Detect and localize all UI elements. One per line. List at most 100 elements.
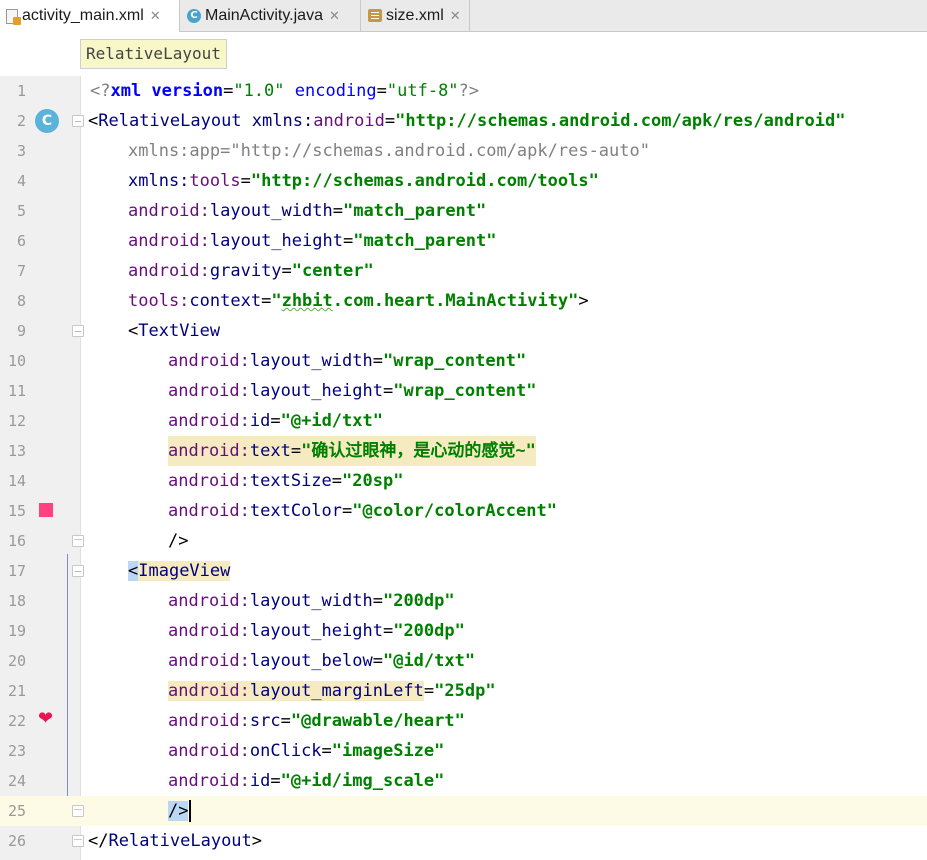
line-number: 20 bbox=[7, 652, 26, 670]
code-text: android:gravity="center" bbox=[128, 261, 374, 281]
code-text: android:layout_marginLeft="25dp" bbox=[168, 681, 496, 701]
line-number: 18 bbox=[7, 592, 26, 610]
line-number: 19 bbox=[7, 622, 26, 640]
code-line[interactable]: 7 android:gravity="center" bbox=[0, 256, 927, 286]
code-text: android:text="确认过眼神，是心动的感觉~" bbox=[168, 436, 536, 466]
code-text: /> bbox=[168, 531, 189, 551]
code-text: <?xml version="1.0" encoding="utf-8"?> bbox=[90, 81, 480, 101]
code-text: <TextView bbox=[128, 321, 221, 341]
code-line[interactable]: 23 android:onClick="imageSize" bbox=[0, 736, 927, 766]
tab-main-activity-java[interactable]: C MainActivity.java ✕ bbox=[181, 0, 361, 31]
tab-activity-main-xml[interactable]: activity_main.xml ✕ bbox=[0, 0, 180, 32]
java-class-icon: C bbox=[187, 8, 201, 23]
tab-label: MainActivity.java bbox=[205, 6, 323, 24]
line-number: 25 bbox=[7, 802, 26, 820]
line-number: 15 bbox=[7, 502, 26, 520]
code-text: /> bbox=[168, 796, 192, 826]
fold-end-icon[interactable] bbox=[72, 535, 84, 547]
text-caret bbox=[189, 800, 192, 822]
color-swatch-icon[interactable] bbox=[39, 503, 53, 517]
current-code-line[interactable]: 25 /> bbox=[0, 796, 927, 826]
line-number: 5 bbox=[16, 202, 26, 220]
class-icon[interactable]: C bbox=[35, 109, 59, 133]
code-text: android:id="@+id/img_scale" bbox=[168, 771, 445, 791]
values-file-icon bbox=[368, 9, 382, 22]
code-line[interactable]: 5 android:layout_width="match_parent" bbox=[0, 196, 927, 226]
line-number: 12 bbox=[7, 412, 26, 430]
line-number: 2 bbox=[16, 112, 26, 130]
code-text: android:onClick="imageSize" bbox=[168, 741, 445, 761]
code-line[interactable]: 22 ❤ android:src="@drawable/heart" bbox=[0, 706, 927, 736]
code-line[interactable]: 16 /> bbox=[0, 526, 927, 556]
code-line[interactable]: 4 xmlns:tools="http://schemas.android.co… bbox=[0, 166, 927, 196]
code-line[interactable]: 15 android:textColor="@color/colorAccent… bbox=[0, 496, 927, 526]
heart-drawable-icon[interactable]: ❤ bbox=[38, 710, 56, 728]
code-line[interactable]: 8 tools:context="zhbit.com.heart.MainAct… bbox=[0, 286, 927, 316]
line-number: 14 bbox=[7, 472, 26, 490]
code-line[interactable]: 3 xmlns:app="http://schemas.android.com/… bbox=[0, 136, 927, 166]
code-text: xmlns:app="http://schemas.android.com/ap… bbox=[128, 141, 650, 161]
line-number: 1 bbox=[16, 82, 26, 100]
breadcrumb-bar: RelativeLayout bbox=[0, 32, 927, 76]
line-number: 4 bbox=[16, 172, 26, 190]
code-text: android:textColor="@color/colorAccent" bbox=[168, 501, 557, 521]
code-line[interactable]: 18 android:layout_width="200dp" bbox=[0, 586, 927, 616]
code-line[interactable]: 11 android:layout_height="wrap_content" bbox=[0, 376, 927, 406]
fold-toggle-icon[interactable] bbox=[72, 325, 84, 337]
close-tab-icon[interactable]: ✕ bbox=[150, 8, 161, 24]
line-number: 13 bbox=[7, 442, 26, 460]
line-number: 22 bbox=[7, 712, 26, 730]
code-text: <ImageView bbox=[128, 561, 231, 581]
tab-size-xml[interactable]: size.xml ✕ bbox=[362, 0, 470, 31]
code-text: android:layout_below="@id/txt" bbox=[168, 651, 476, 671]
code-text: android:layout_height="wrap_content" bbox=[168, 381, 537, 401]
code-line[interactable]: 26 </RelativeLayout> bbox=[0, 826, 927, 856]
line-number: 24 bbox=[7, 772, 26, 790]
code-text: android:layout_height="200dp" bbox=[168, 621, 465, 641]
code-text: tools:context="zhbit.com.heart.MainActiv… bbox=[128, 291, 589, 311]
code-text: android:layout_height="match_parent" bbox=[128, 231, 497, 251]
xml-file-icon bbox=[6, 8, 21, 25]
line-number: 8 bbox=[16, 292, 26, 310]
code-text: android:id="@+id/txt" bbox=[168, 411, 383, 431]
line-number: 26 bbox=[7, 832, 26, 850]
code-line[interactable]: 14 android:textSize="20sp" bbox=[0, 466, 927, 496]
code-line[interactable]: 19 android:layout_height="200dp" bbox=[0, 616, 927, 646]
line-number: 16 bbox=[7, 532, 26, 550]
line-number: 23 bbox=[7, 742, 26, 760]
code-line[interactable]: 24 android:id="@+id/img_scale" bbox=[0, 766, 927, 796]
fold-toggle-icon[interactable] bbox=[72, 115, 84, 127]
code-line[interactable]: 12 android:id="@+id/txt" bbox=[0, 406, 927, 436]
line-number: 3 bbox=[16, 142, 26, 160]
code-text: android:layout_width="200dp" bbox=[168, 591, 455, 611]
code-text: android:src="@drawable/heart" bbox=[168, 711, 465, 731]
fold-toggle-icon[interactable] bbox=[72, 565, 84, 577]
code-text: android:layout_width="match_parent" bbox=[128, 201, 487, 221]
code-line[interactable]: 13 android:text="确认过眼神，是心动的感觉~" bbox=[0, 436, 927, 466]
line-number: 11 bbox=[7, 382, 26, 400]
tab-label: activity_main.xml bbox=[22, 7, 144, 24]
line-number: 17 bbox=[7, 562, 26, 580]
code-line[interactable]: 1 <?xml version="1.0" encoding="utf-8"?> bbox=[0, 76, 927, 106]
code-line[interactable]: 10 android:layout_width="wrap_content" bbox=[0, 346, 927, 376]
code-line[interactable]: 9 <TextView bbox=[0, 316, 927, 346]
line-number: 10 bbox=[7, 352, 26, 370]
code-line[interactable]: 2 C <RelativeLayout xmlns:android="http:… bbox=[0, 106, 927, 136]
code-text: xmlns:tools="http://schemas.android.com/… bbox=[128, 171, 599, 191]
breadcrumb-relative-layout[interactable]: RelativeLayout bbox=[80, 39, 227, 69]
fold-end-icon[interactable] bbox=[72, 835, 84, 847]
close-tab-icon[interactable]: ✕ bbox=[450, 8, 461, 24]
tab-label: size.xml bbox=[386, 6, 444, 24]
line-number: 7 bbox=[16, 262, 26, 280]
code-line[interactable]: 20 android:layout_below="@id/txt" bbox=[0, 646, 927, 676]
code-text: android:textSize="20sp" bbox=[168, 471, 404, 491]
code-line[interactable]: 6 android:layout_height="match_parent" bbox=[0, 226, 927, 256]
line-number: 9 bbox=[16, 322, 26, 340]
fold-end-icon[interactable] bbox=[72, 805, 84, 817]
code-line[interactable]: 21 android:layout_marginLeft="25dp" bbox=[0, 676, 927, 706]
close-tab-icon[interactable]: ✕ bbox=[329, 8, 340, 24]
code-text: android:layout_width="wrap_content" bbox=[168, 351, 527, 371]
editor-tab-bar: activity_main.xml ✕ C MainActivity.java … bbox=[0, 0, 927, 32]
code-line[interactable]: 17 <ImageView bbox=[0, 556, 927, 586]
line-number: 21 bbox=[7, 682, 26, 700]
